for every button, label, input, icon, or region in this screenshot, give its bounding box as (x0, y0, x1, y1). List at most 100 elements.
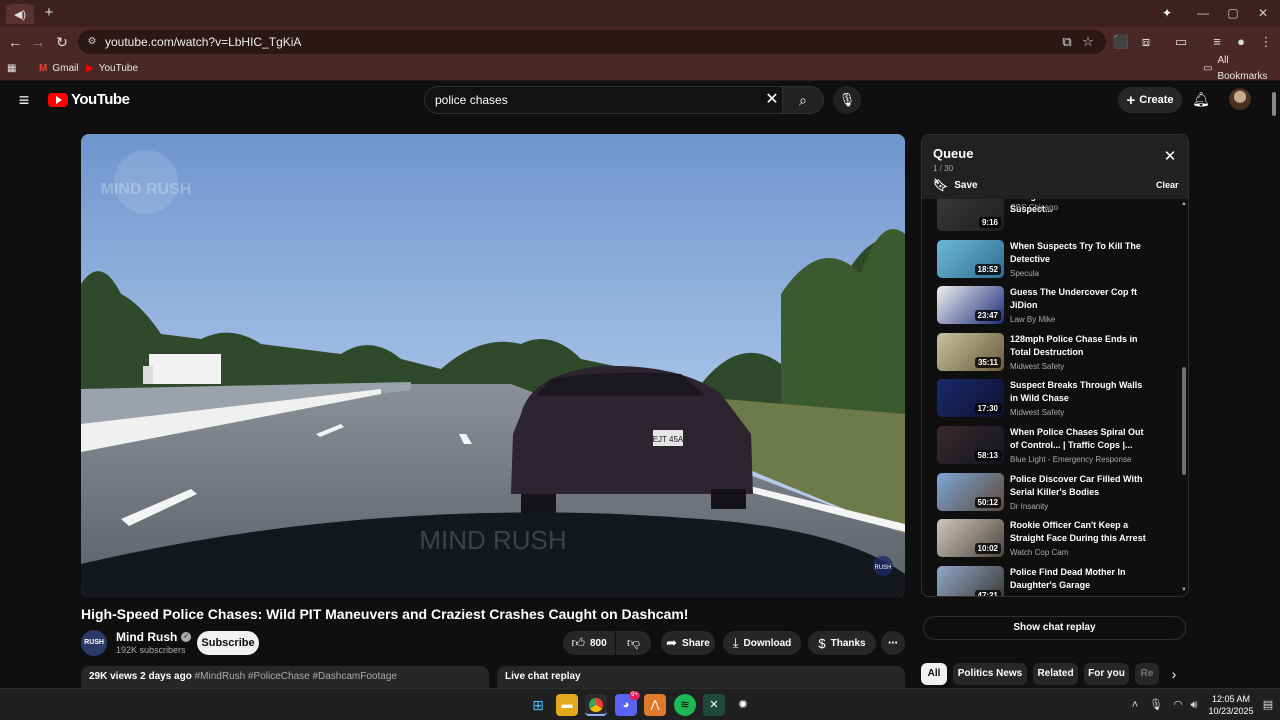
queue-item-title[interactable]: When Suspects Try To Kill The Detective (1010, 240, 1150, 266)
download-button[interactable]: ⤓ Download (723, 631, 801, 655)
queue-item-thumbnail[interactable]: 10:02 (937, 519, 1004, 558)
queue-item-channel: Dr Insanity (1010, 595, 1048, 596)
extensions-puzzle-icon[interactable]: ⧈ (1136, 32, 1156, 52)
thanks-button[interactable]: $ Thanks (808, 631, 876, 655)
create-button[interactable]: + Create (1118, 87, 1182, 113)
scroll-up-icon[interactable]: ▲ (1181, 201, 1187, 207)
queue-item[interactable]: 50:12 Police Discover Car Filled With Ser… (922, 472, 1174, 517)
channel-avatar[interactable]: RUSH (81, 630, 107, 656)
queue-item-thumbnail[interactable]: 17:30 (937, 379, 1004, 418)
queue-item[interactable]: 23:47 Guess The Undercover Cop ft JiDion L… (922, 286, 1174, 330)
queue-item-title[interactable]: Police Find Dead Mother In Daughter's Ga… (1010, 566, 1150, 592)
cast-icon[interactable]: ▭ (1171, 32, 1191, 52)
chip-for-you[interactable]: For you (1084, 663, 1129, 685)
address-bar[interactable]: ⚙ youtube.com/watch?v=LbHIC_TgKiA ⧉ ☆ (78, 30, 1106, 54)
queue-item[interactable]: 35:11 128mph Police Chase Ends in Total D… (922, 332, 1174, 377)
queue-scroll-thumb[interactable] (1182, 367, 1186, 475)
queue-item-thumbnail[interactable]: 58:13 (937, 426, 1004, 464)
queue-item[interactable]: 58:13 When Police Chases Spiral Out of Co… (922, 426, 1174, 470)
voice-search-mic-icon[interactable]: 🎙 (833, 86, 861, 114)
wifi-icon[interactable]: ◠ (1170, 697, 1186, 713)
queue-item-thumbnail[interactable]: 9:16 (937, 199, 1004, 231)
queue-item-title[interactable]: 128mph Police Chase Ends in Total Destru… (1010, 333, 1150, 359)
extension-icon[interactable]: ⬛ (1111, 32, 1131, 52)
queue-item-title[interactable]: Rookie Officer Can't Keep a Straight Fac… (1010, 519, 1150, 545)
notifications-bell-icon[interactable]: 🔔︎ (1191, 89, 1211, 109)
bookmark-star-icon[interactable]: ☆ (1079, 34, 1097, 50)
page-scrollbar[interactable] (1270, 86, 1278, 688)
chrome-icon[interactable] (585, 694, 607, 716)
menu-kebab-icon[interactable]: ⋮ (1256, 32, 1276, 52)
youtube-logo[interactable]: YouTube (48, 91, 130, 108)
queue-item-title[interactable]: Suspect Breaks Through Walls in Wild Cha… (1010, 379, 1150, 405)
volume-icon[interactable]: 🔊︎ (1186, 697, 1202, 713)
profile-icon[interactable]: ● (1231, 32, 1251, 52)
discord-icon[interactable]: ◕ 9+ (615, 691, 640, 716)
bookmark-youtube[interactable]: ▶ YouTube (86, 61, 138, 77)
channel-name[interactable]: Mind Rush ✓ (116, 630, 192, 644)
minimize-icon[interactable]: — (1194, 3, 1212, 23)
share-button[interactable]: ➦ Share (661, 631, 715, 655)
bookmark-gmail[interactable]: M Gmail (39, 61, 78, 77)
system-clock[interactable]: 12:05 AM 10/23/2025 (1204, 693, 1258, 717)
chip-all[interactable]: All (921, 663, 947, 685)
description-box[interactable]: 29K views 2 days ago #MindRush #PoliceCh… (81, 666, 489, 688)
file-explorer-icon[interactable]: ▬ (556, 694, 578, 716)
queue-item-title[interactable]: When Police Chases Spiral Out of Control… (1010, 426, 1150, 452)
queue-item[interactable]: 18:52 When Suspects Try To Kill The Detec… (922, 239, 1174, 284)
video-player[interactable]: EJT 45A MIND RUSH MIND RUSH RUSH (81, 134, 905, 597)
queue-item-thumbnail[interactable]: 47:21 (937, 565, 1004, 596)
apps-grid-icon[interactable]: ▦ (7, 61, 16, 77)
chip-politics-news[interactable]: Politics News (953, 663, 1027, 685)
hamburger-menu-icon[interactable]: ≡ (14, 90, 34, 110)
notification-center-icon[interactable]: ▤ (1260, 697, 1276, 713)
terminal-icon[interactable]: ✕ (703, 694, 725, 716)
new-tab-button[interactable]: + (40, 3, 58, 23)
queue-item-title[interactable]: Guess The Undercover Cop ft JiDion (1010, 286, 1150, 312)
install-app-icon[interactable]: ⧉ (1058, 34, 1076, 50)
window-close-icon[interactable]: ✕ (1254, 3, 1272, 23)
dislike-button[interactable]: 👎︎ (616, 631, 651, 655)
start-windows-icon[interactable]: ⊞ (527, 694, 549, 716)
more-actions-icon[interactable]: ⋯ (881, 631, 905, 655)
queue-item[interactable]: 47:21 Police Find Dead Mother In Daughter… (922, 565, 1174, 596)
all-bookmarks[interactable]: ▭ All Bookmarks (1203, 55, 1280, 82)
queue-item-thumbnail[interactable]: 23:47 (937, 286, 1004, 325)
save-queue-button[interactable]: 🔖︎ Save (933, 178, 978, 192)
search-input[interactable]: police chases ✕ (424, 86, 786, 114)
scroll-down-icon[interactable]: ▼ (1181, 587, 1187, 593)
site-info-icon[interactable]: ⚙ (84, 34, 100, 50)
clear-search-icon[interactable]: ✕ (763, 91, 781, 109)
search-button[interactable]: ⌕ (782, 86, 824, 114)
show-hidden-icons-chevron-icon[interactable]: ˄ (1127, 697, 1143, 713)
queue-item-thumbnail[interactable]: 50:12 (937, 472, 1004, 511)
chevron-right-icon[interactable]: › (1165, 665, 1183, 683)
forward-arrow-icon[interactable]: → (28, 32, 48, 52)
browser-tab[interactable]: ◀) (6, 4, 34, 24)
microphone-icon[interactable]: 🎙 (1148, 697, 1164, 713)
back-arrow-icon[interactable]: ← (5, 32, 25, 52)
reload-icon[interactable]: ↻ (52, 32, 72, 52)
page-scroll-thumb[interactable] (1272, 92, 1276, 116)
like-button[interactable]: 👍︎ 800 (563, 631, 615, 655)
chatgpt-icon[interactable]: ✺ (732, 694, 754, 716)
queue-item-thumbnail[interactable]: 18:52 (937, 239, 1004, 278)
queue-scrollbar[interactable]: ▲ ▼ (1181, 201, 1187, 595)
subscribe-button[interactable]: Subscribe (197, 631, 259, 655)
queue-item-title[interactable]: Police Discover Car Filled With Serial K… (1010, 473, 1150, 499)
restore-icon[interactable]: ▢ (1224, 3, 1242, 23)
app-a-icon[interactable]: ⋀ (644, 694, 666, 716)
account-avatar[interactable] (1229, 88, 1251, 110)
gemini-sparkle-icon[interactable]: ✦ (1158, 3, 1176, 23)
queue-item-thumbnail[interactable]: 35:11 (937, 332, 1004, 371)
chip-related[interactable]: Related (1033, 663, 1078, 685)
queue-item[interactable]: 10:02 Rookie Officer Can't Keep a Straigh… (922, 519, 1174, 563)
queue-item[interactable]: 9:16Charged With Felonies Suspect...CBS … (922, 199, 1174, 237)
chip-recently[interactable]: Re (1135, 663, 1159, 685)
media-controls-icon[interactable]: ≡ (1207, 32, 1227, 52)
spotify-icon[interactable]: ≋ (674, 694, 696, 716)
close-queue-icon[interactable]: ✕ (1162, 149, 1178, 165)
clear-queue-button[interactable]: Clear (1156, 180, 1179, 190)
queue-item[interactable]: 17:30 Suspect Breaks Through Walls in Wil… (922, 379, 1174, 423)
show-chat-replay-button[interactable]: Show chat replay (923, 616, 1186, 640)
